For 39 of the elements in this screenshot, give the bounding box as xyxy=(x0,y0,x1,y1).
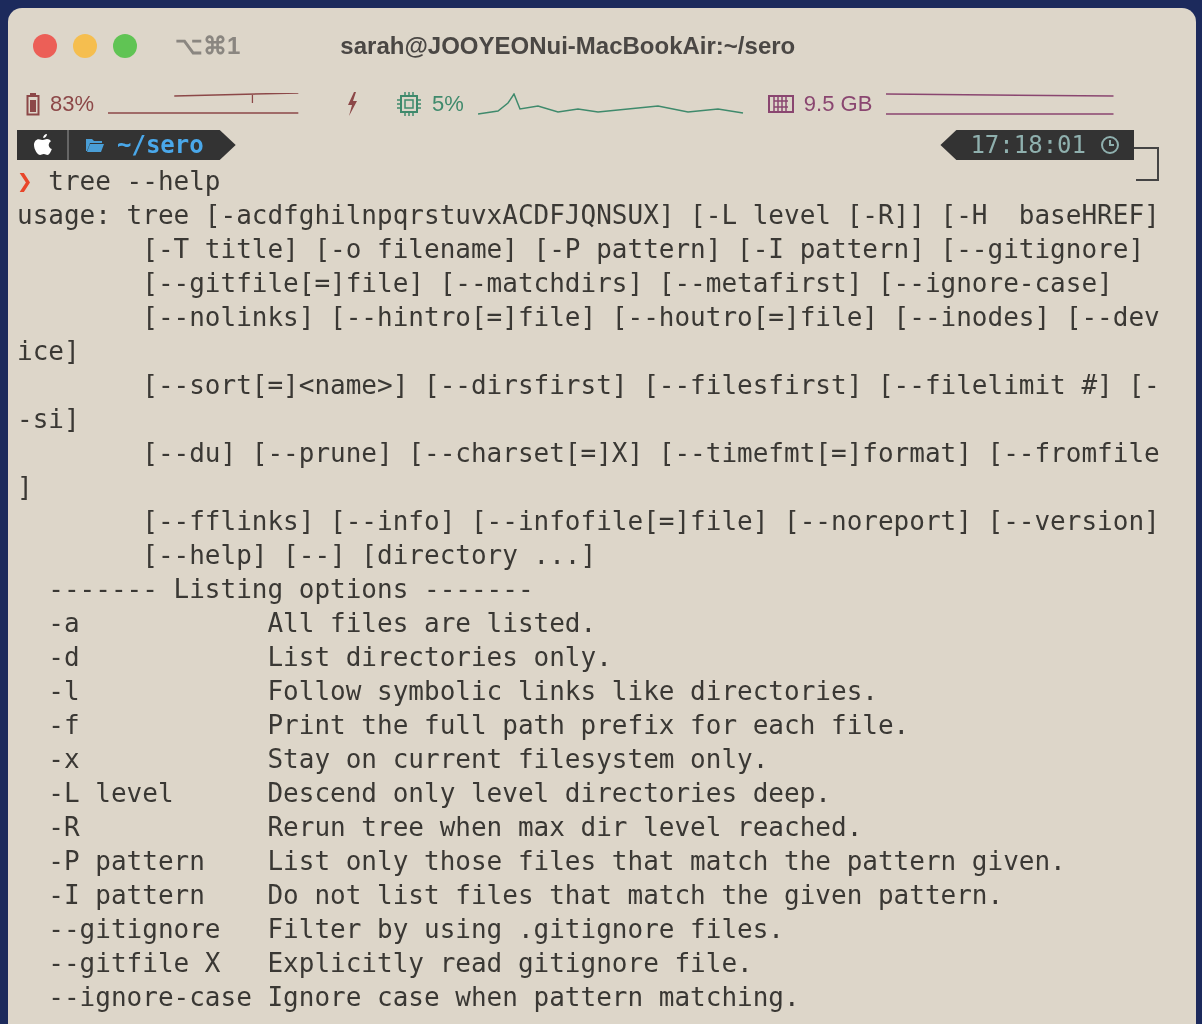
output-line: usage: tree [-acdfghilnpqrstuvxACDFJQNSUX] [-L level [-R]] [-H baseHREF] xyxy=(17,200,1160,230)
meter-reading: 9.5 GB xyxy=(803,91,873,117)
current-path: ~/sero xyxy=(117,131,204,159)
clock-time: 17:18:01 xyxy=(970,131,1086,159)
output-line: -si] xyxy=(17,404,80,434)
output-line: -x Stay on current filesystem only. xyxy=(47,744,769,774)
output-line: [--nolinks] [--hintro[=]file] [--houtro[=]file] [--inodes] [--dev xyxy=(141,302,1160,332)
output-line: [--fflinks] [--info] [--infofile[=]file] [--noreport] [--version] xyxy=(141,506,1160,536)
output-line: [--gitfile[=]file] [--matchdirs] [--metafirst] [--ignore-case] xyxy=(141,268,1113,298)
output-line: -l Follow symbolic links like directories. xyxy=(47,676,878,706)
output-line: --ignore-case Ignore case when pattern matching. xyxy=(47,982,800,1012)
output-line: --gitignore Filter by using .gitignore files. xyxy=(47,914,784,944)
output-line: --gitfile X Explicitly read gitignore file. xyxy=(47,948,753,978)
zoom-button[interactable] xyxy=(113,34,137,58)
folder-icon xyxy=(85,137,105,153)
output-line: ] xyxy=(17,472,33,502)
output-line: -d List directories only. xyxy=(47,642,612,672)
prompt-chevron: ❯ xyxy=(17,166,33,196)
clock-icon xyxy=(1100,135,1120,155)
close-button[interactable] xyxy=(33,34,57,58)
output-line: [-T title] [-o filename] [-P pattern] [-I pattern] [--gitignore] xyxy=(141,234,1145,264)
output-line: ice] xyxy=(17,336,80,366)
tab-shortcut: ⌥⌘1 xyxy=(175,32,241,60)
apple-icon xyxy=(33,134,53,156)
output-line: -a All files are listed. xyxy=(47,608,597,638)
output-line: -I pattern Do not list files that match the given pattern. xyxy=(47,880,1004,910)
window-title: sarah@JOOYEONui-MacBookAir:~/sero xyxy=(340,32,796,60)
meter-reading: 83% xyxy=(50,91,95,117)
meter-reading: 5% xyxy=(432,91,464,117)
output-line: -R Rerun tree when max dir level reached. xyxy=(47,812,863,842)
output-line: -L level Descend only level directories deep. xyxy=(47,778,831,808)
output-line: -P pattern List only those files that match the pattern given. xyxy=(47,846,1066,876)
output-line: -f Print the full path prefix for each file. xyxy=(47,710,910,740)
output-line: ------- Listing options ------- xyxy=(47,574,534,604)
minimize-button[interactable] xyxy=(73,34,97,58)
output-line: [--du] [--prune] [--charset[=]X] [--timefmt[=]format] [--fromfile xyxy=(141,438,1160,468)
command-text: tree --help xyxy=(48,166,221,196)
output-line: [--help] [--] [directory ...] xyxy=(141,540,597,570)
output-line: [--sort[=]<name>] [--dirsfirst] [--filesfirst] [--filelimit #] [- xyxy=(141,370,1160,400)
